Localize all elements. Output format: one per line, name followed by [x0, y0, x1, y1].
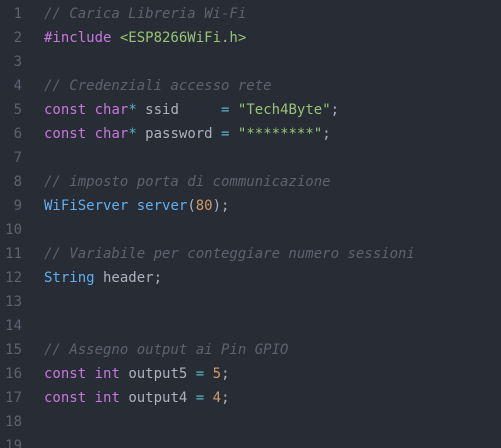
code-token: 80	[195, 198, 213, 214]
code-line[interactable]: 18	[0, 410, 501, 434]
code-content: const int output5 = 5;	[44, 362, 230, 386]
line-number: 10	[5, 222, 22, 238]
code-editor[interactable]: 1 // Carica Libreria Wi-Fi 2 #include <ESP8…	[0, 0, 501, 448]
code-token: char	[94, 102, 129, 118]
line-number: 4	[13, 78, 22, 94]
code-token: 5	[212, 366, 222, 382]
code-token: 4	[212, 390, 222, 406]
code-token: *	[128, 126, 137, 142]
code-token: "Tech4Byte"	[237, 102, 331, 118]
code-token: const	[44, 390, 87, 406]
code-token: "********"	[237, 126, 323, 142]
line-number: 1	[13, 6, 22, 22]
code-token: );	[212, 198, 230, 214]
code-line[interactable]: 5 const char* ssid = "Tech4Byte";	[0, 98, 501, 122]
code-token: // Assegno output ai Pin GPIO	[44, 342, 289, 358]
code-content: #include <ESP8266WiFi.h>	[44, 26, 246, 50]
code-line[interactable]: 14	[0, 314, 501, 338]
line-number: 5	[13, 102, 22, 118]
code-line[interactable]: 11 // Variabile per conteggiare numero se…	[0, 242, 501, 266]
code-token: ;	[221, 366, 230, 382]
code-token: <ESP8266WiFi.h>	[119, 30, 247, 46]
code-token: // imposto porta di communicazione	[44, 174, 331, 190]
line-number: 11	[5, 246, 22, 262]
code-token: ssid	[136, 102, 222, 118]
code-token: ;	[322, 126, 331, 142]
line-number: 13	[5, 294, 22, 310]
code-token: =	[195, 390, 205, 406]
line-number: 2	[13, 30, 22, 46]
code-token: =	[195, 366, 205, 382]
code-line[interactable]: 6 const char* password = "********";	[0, 122, 501, 146]
code-token: output4	[119, 390, 196, 406]
line-number: 12	[5, 270, 22, 286]
code-token: const	[44, 126, 87, 142]
code-line[interactable]: 9 WiFiServer server(80);	[0, 194, 501, 218]
code-content: // Assegno output ai Pin GPIO	[44, 338, 288, 362]
code-content: String header;	[44, 266, 162, 290]
line-number: 8	[13, 174, 22, 190]
code-token: ;	[330, 102, 340, 118]
code-token: ;	[221, 390, 230, 406]
code-line[interactable]: 8 // imposto porta di communicazione	[0, 170, 501, 194]
code-line[interactable]: 16 const int output5 = 5;	[0, 362, 501, 386]
code-line[interactable]: 10	[0, 218, 501, 242]
code-token: WiFiServer	[44, 198, 129, 214]
code-token: // Variabile per conteggiare numero sess…	[44, 246, 415, 262]
code-content: const char* ssid = "Tech4Byte";	[44, 98, 339, 122]
code-token: output5	[119, 366, 196, 382]
code-content: // Carica Libreria Wi-Fi	[44, 2, 246, 26]
line-number: 16	[5, 366, 22, 382]
line-number: 3	[13, 54, 22, 70]
line-number: 14	[5, 318, 22, 334]
line-number: 15	[5, 342, 22, 358]
line-number: 7	[13, 150, 22, 166]
code-token: password	[136, 126, 222, 142]
code-token: String	[44, 270, 95, 286]
code-content: const int output4 = 4;	[44, 386, 230, 410]
line-number: 9	[13, 198, 22, 214]
code-token: int	[94, 390, 120, 406]
line-number: 6	[13, 126, 22, 142]
code-token: const	[44, 366, 87, 382]
code-token: *	[128, 102, 137, 118]
line-number: 17	[5, 390, 22, 406]
code-token: server	[136, 198, 188, 214]
code-token: (	[187, 198, 196, 214]
code-token: const	[44, 102, 87, 118]
code-content: WiFiServer server(80);	[44, 194, 229, 218]
code-line[interactable]: 1 // Carica Libreria Wi-Fi	[0, 2, 501, 26]
line-number: 18	[5, 414, 22, 430]
code-token: header;	[94, 270, 163, 286]
code-token: // Credenziali accesso rete	[44, 78, 272, 94]
code-line[interactable]: 7	[0, 146, 501, 170]
code-token: #include	[44, 30, 120, 46]
code-line[interactable]: 2 #include <ESP8266WiFi.h>	[0, 26, 501, 50]
code-line[interactable]: 17 const int output4 = 4;	[0, 386, 501, 410]
line-number: 19	[5, 438, 22, 448]
code-line[interactable]: 12 String header;	[0, 266, 501, 290]
code-content: // imposto porta di communicazione	[44, 170, 331, 194]
code-line[interactable]: 19	[0, 434, 501, 448]
code-token: // Carica Libreria Wi-Fi	[44, 6, 247, 22]
code-line[interactable]: 4 // Credenziali accesso rete	[0, 74, 501, 98]
code-line[interactable]: 13	[0, 290, 501, 314]
code-content: const char* password = "********";	[44, 122, 331, 146]
code-line[interactable]: 3	[0, 50, 501, 74]
code-content: // Variabile per conteggiare numero sess…	[44, 242, 415, 266]
code-token: char	[94, 126, 129, 142]
code-content: // Credenziali accesso rete	[44, 74, 272, 98]
code-token: int	[94, 366, 120, 382]
code-line[interactable]: 15 // Assegno output ai Pin GPIO	[0, 338, 501, 362]
